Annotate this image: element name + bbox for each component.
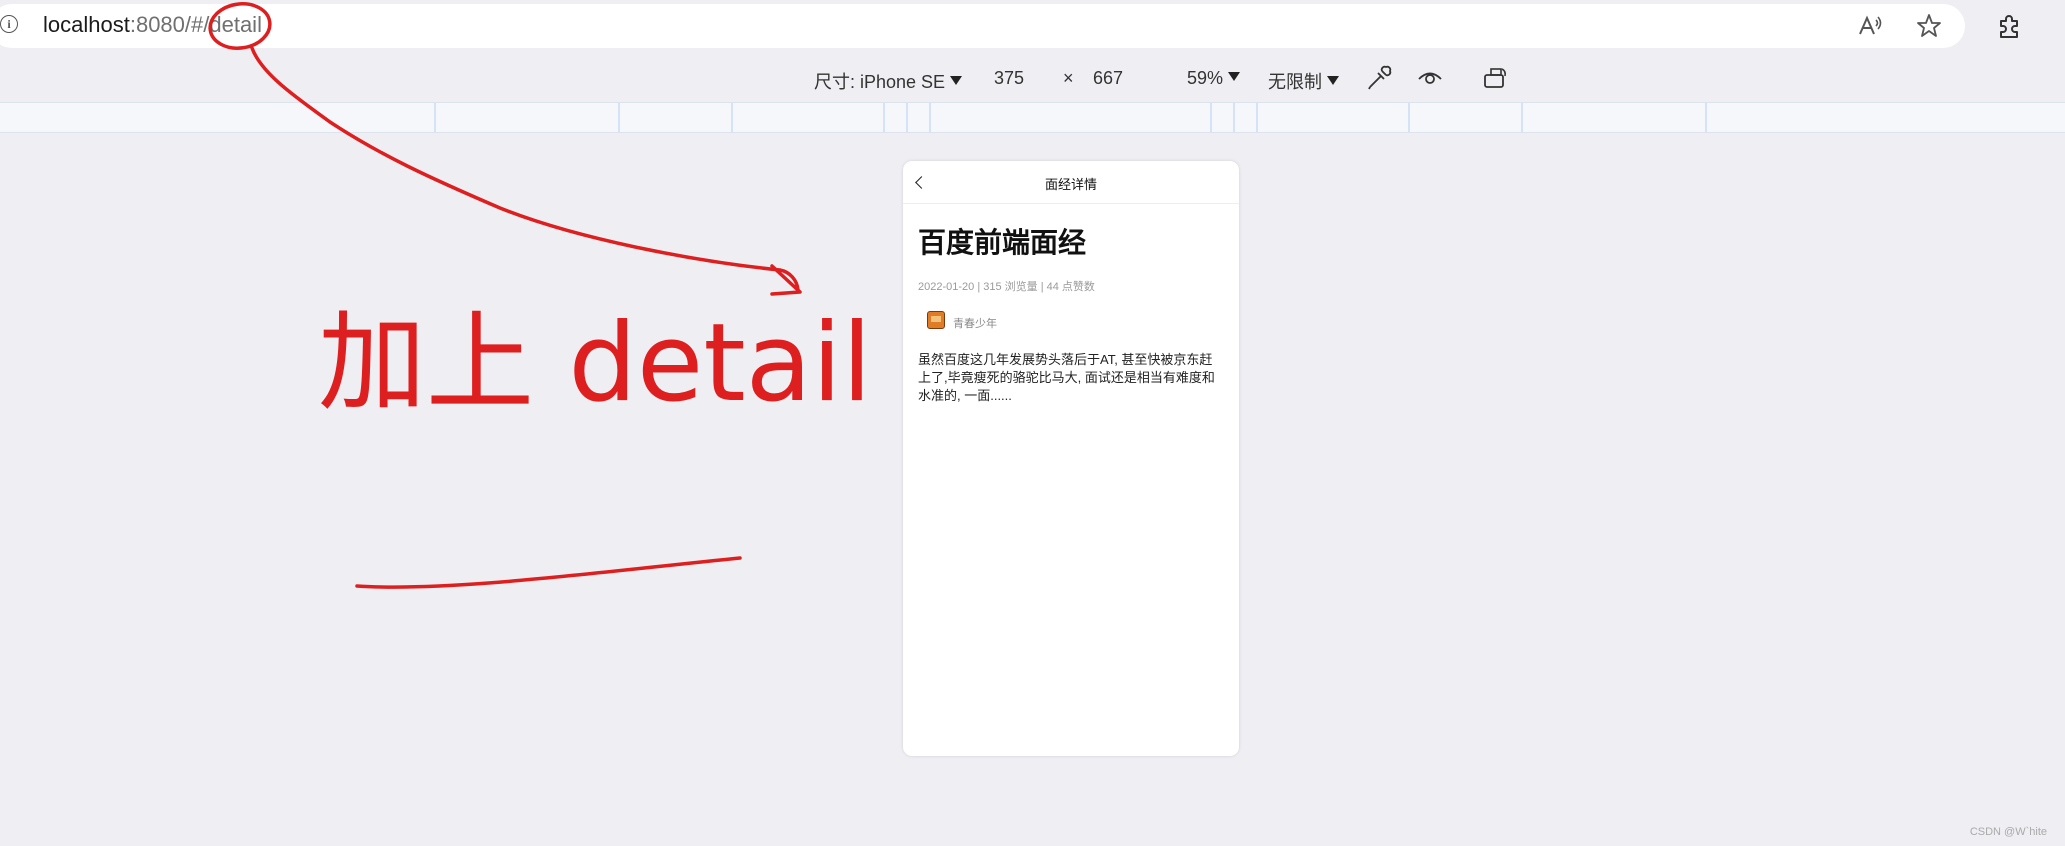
- url-circle-mark: [208, 2, 272, 50]
- annotation-arrow-line: [250, 46, 800, 292]
- red-annotation: 加上 detail: [208, 2, 872, 589]
- watermark: CSDN @W`hite: [1969, 826, 2047, 838]
- annotation-underline: [355, 556, 742, 589]
- annotation-text: 加上 detail: [318, 301, 872, 426]
